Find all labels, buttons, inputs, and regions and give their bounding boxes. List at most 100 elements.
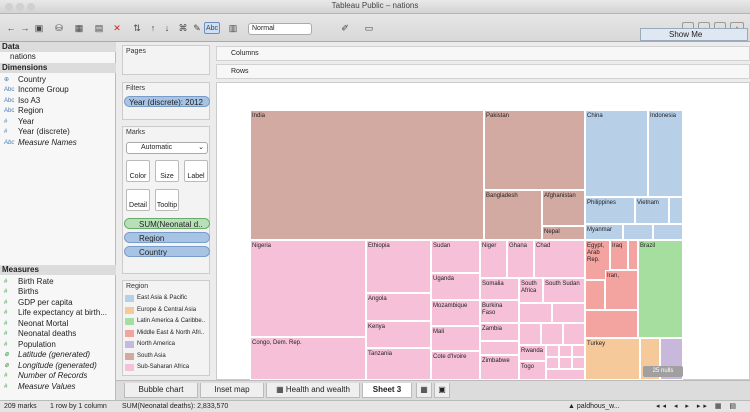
- treemap-cell[interactable]: Zimbabwe: [480, 355, 519, 380]
- nulls-indicator[interactable]: 25 nulls: [643, 366, 683, 377]
- datasource-item[interactable]: nations: [0, 52, 115, 63]
- legend-item[interactable]: Sub-Saharan Africa: [125, 362, 211, 373]
- treemap-cell[interactable]: Ghana: [507, 240, 534, 278]
- treemap-cell-unlabeled[interactable]: [572, 357, 585, 369]
- legend-item[interactable]: Middle East & North Afri..: [125, 328, 211, 339]
- swap-icon[interactable]: ⇅: [130, 22, 144, 34]
- show-labels-button[interactable]: Abc: [204, 22, 220, 34]
- highlight-icon[interactable]: ✎: [190, 22, 204, 34]
- treemap-cell-unlabeled[interactable]: [480, 341, 519, 355]
- treemap-cell-unlabeled[interactable]: [546, 357, 559, 369]
- treemap-cell-unlabeled[interactable]: [541, 323, 563, 345]
- field-iso-a3[interactable]: Abc Iso A3: [0, 96, 115, 107]
- field-population[interactable]: # Population: [0, 340, 115, 351]
- field-region[interactable]: Abc Region: [0, 106, 115, 117]
- size-button[interactable]: Size: [155, 160, 179, 182]
- clear-sheet-icon[interactable]: ✕: [110, 22, 124, 34]
- redo-icon[interactable]: →: [18, 22, 32, 34]
- legend-item[interactable]: Latin America & Caribbe..: [125, 316, 211, 327]
- pages-card[interactable]: Pages: [122, 45, 210, 75]
- treemap-cell-unlabeled[interactable]: [546, 345, 559, 357]
- treemap-cell[interactable]: Brazil: [638, 240, 683, 338]
- treemap-cell-unlabeled[interactable]: [559, 357, 572, 369]
- treemap-cell-unlabeled[interactable]: [519, 323, 541, 345]
- tab-sheet-3[interactable]: Sheet 3: [362, 383, 412, 398]
- columns-shelf[interactable]: Columns: [216, 46, 750, 61]
- treemap-cell-unlabeled[interactable]: [669, 197, 683, 224]
- field-latitude[interactable]: ⊕ Latitude (generated): [0, 350, 115, 361]
- treemap-cell-unlabeled[interactable]: [585, 310, 638, 338]
- treemap-cell[interactable]: Nigeria: [250, 240, 366, 337]
- treemap-cell-unlabeled[interactable]: [585, 280, 605, 310]
- presentation-icon[interactable]: ▭: [362, 22, 376, 34]
- user-menu[interactable]: ▲ paldhous_w...: [568, 401, 620, 412]
- sheet-nav-icons[interactable]: ◂◂ ◂ ▸ ▸▸ ▦ ▤: [656, 401, 739, 412]
- new-dashboard-icon[interactable]: ▣: [434, 383, 450, 398]
- treemap-cell-unlabeled[interactable]: [546, 369, 585, 380]
- treemap-cell[interactable]: Angola: [366, 293, 431, 321]
- tab-bubble-chart[interactable]: Bubble chart: [124, 383, 198, 398]
- treemap-cell[interactable]: Bangladesh: [484, 190, 542, 240]
- detail-button[interactable]: Detail: [126, 189, 150, 211]
- treemap-cell[interactable]: Togo: [519, 361, 546, 380]
- color-button[interactable]: Color: [126, 160, 150, 182]
- fit-select[interactable]: Normal: [248, 23, 312, 35]
- field-life-expectancy[interactable]: # Life expectancy at birth...: [0, 308, 115, 319]
- field-neonat-mortal[interactable]: # Neonat Mortal: [0, 319, 115, 330]
- treemap-cell-unlabeled[interactable]: [653, 224, 683, 240]
- treemap-cell[interactable]: Vietnam: [635, 197, 669, 224]
- treemap-cell[interactable]: Pakistan: [484, 110, 585, 190]
- treemap-cell[interactable]: Mali: [431, 326, 480, 351]
- field-birth-rate[interactable]: # Birth Rate: [0, 277, 115, 288]
- field-measure-names[interactable]: Abc Measure Names: [0, 138, 115, 149]
- filter-pill-year[interactable]: Year (discrete): 2012: [124, 96, 210, 107]
- group-icon[interactable]: ⌘: [176, 22, 190, 34]
- legend-item[interactable]: East Asia & Pacific: [125, 293, 211, 304]
- treemap-cell[interactable]: Philippines: [585, 197, 635, 224]
- treemap-cell-unlabeled[interactable]: [559, 345, 572, 357]
- treemap-cell[interactable]: Niger: [480, 240, 507, 278]
- treemap-cell[interactable]: Tanzania: [366, 348, 431, 380]
- treemap-cell[interactable]: India: [250, 110, 484, 240]
- treemap-cell-unlabeled[interactable]: [552, 303, 585, 323]
- treemap-cell[interactable]: Kenya: [366, 321, 431, 348]
- treemap-cell-unlabeled[interactable]: [519, 303, 552, 323]
- treemap-cell-unlabeled[interactable]: [623, 224, 653, 240]
- mark-type-select[interactable]: Automatic ⌄: [126, 142, 208, 154]
- treemap-cell[interactable]: South Africa: [519, 278, 543, 303]
- datasource-icon[interactable]: ⛁: [52, 22, 66, 34]
- field-gdp[interactable]: # GDP per capita: [0, 298, 115, 309]
- sort-desc-icon[interactable]: ↓: [160, 22, 174, 34]
- field-births[interactable]: # Births: [0, 287, 115, 298]
- field-longitude[interactable]: ⊕ Longitude (generated): [0, 361, 115, 372]
- legend-item[interactable]: South Asia: [125, 351, 211, 362]
- treemap-cell[interactable]: China: [585, 110, 648, 197]
- new-worksheet-icon[interactable]: ▦: [416, 383, 432, 398]
- treemap-cell[interactable]: Somalia: [480, 278, 519, 300]
- treemap-cell[interactable]: Burkina Faso: [480, 300, 519, 323]
- treemap[interactable]: India Pakistan Bangladesh Afghanistan Nepal C…: [250, 110, 683, 380]
- save-icon[interactable]: ▣: [32, 22, 46, 34]
- legend-item[interactable]: Europe & Central Asia: [125, 305, 211, 316]
- treemap-cell[interactable]: Sudan: [431, 240, 480, 273]
- treemap-cell[interactable]: Nepal: [542, 226, 585, 240]
- mark-pill-color-region[interactable]: Region: [124, 232, 210, 243]
- field-number-of-records[interactable]: # Number of Records: [0, 371, 115, 382]
- treemap-cell[interactable]: Iraq: [610, 240, 628, 270]
- format-icon[interactable]: ✐: [338, 22, 352, 34]
- treemap-cell[interactable]: South Sudan: [543, 278, 585, 303]
- treemap-cell[interactable]: Rwanda: [519, 345, 546, 361]
- show-me-button[interactable]: Show Me: [640, 28, 748, 41]
- tab-health-and-wealth[interactable]: ▦ Health and wealth: [266, 383, 360, 398]
- treemap-cell[interactable]: Chad: [534, 240, 585, 278]
- new-sheet-icon[interactable]: ▦: [72, 22, 86, 34]
- treemap-cell-unlabeled[interactable]: [563, 323, 585, 345]
- treemap-cell-unlabeled[interactable]: [628, 240, 638, 270]
- rows-shelf[interactable]: Rows: [216, 64, 750, 79]
- field-year-discrete[interactable]: # Year (discrete): [0, 127, 115, 138]
- field-income-group[interactable]: Abc Income Group: [0, 85, 115, 96]
- treemap-cell[interactable]: Uganda: [431, 273, 480, 300]
- treemap-cell[interactable]: Mozambique: [431, 300, 480, 326]
- treemap-cell[interactable]: Zambia: [480, 323, 519, 341]
- legend-item[interactable]: North America: [125, 339, 211, 350]
